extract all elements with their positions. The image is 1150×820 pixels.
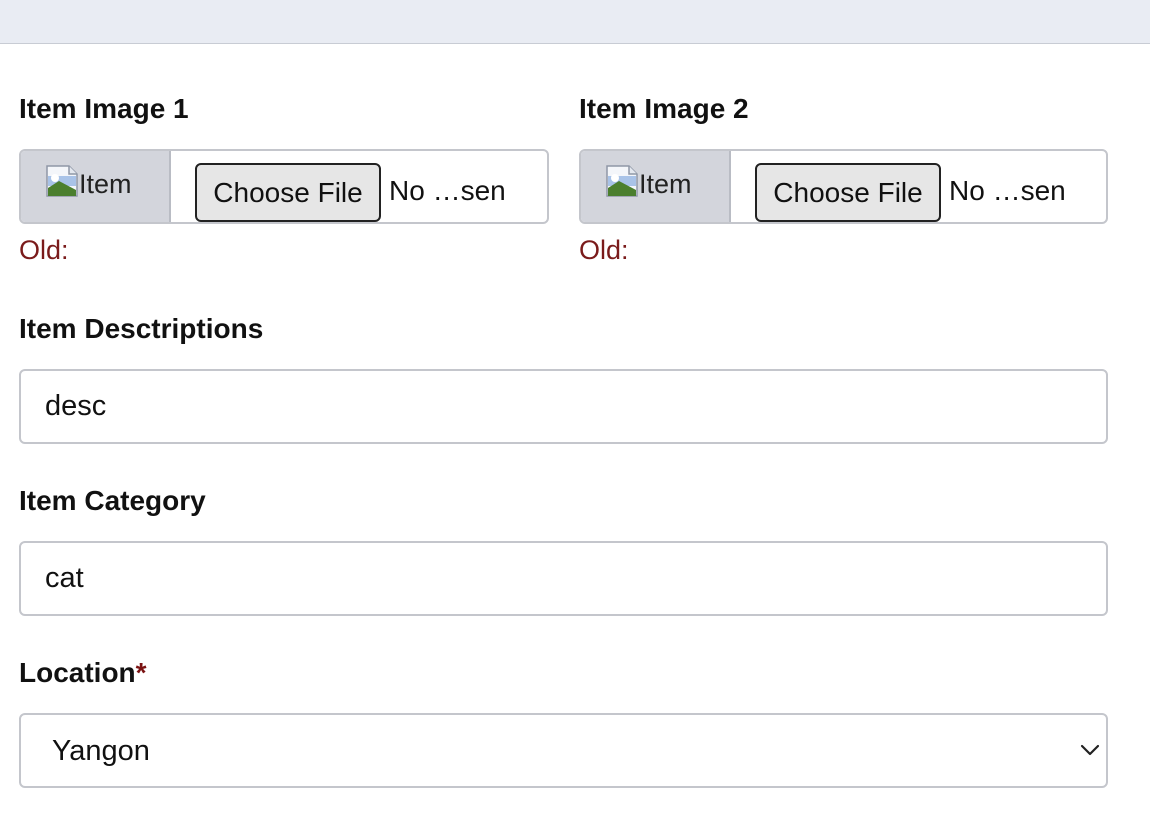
item-image-1-old-label: Old: <box>19 235 69 265</box>
item-category-input[interactable] <box>19 541 1108 616</box>
item-image-2-preview: Item <box>581 151 731 222</box>
broken-image-icon <box>46 165 78 197</box>
location-label: Location* <box>19 655 147 691</box>
item-category-label: Item Category <box>19 485 206 516</box>
item-image-2-file-status: No …sen <box>949 175 1066 206</box>
required-asterisk: * <box>135 657 147 688</box>
item-image-1-group: Item Choose File No …sen <box>19 149 549 224</box>
item-image-1-choose-file-button[interactable]: Choose File <box>195 163 381 222</box>
broken-image-icon <box>606 165 638 197</box>
item-image-2-choose-file-button[interactable]: Choose File <box>755 163 941 222</box>
location-label-text: Location <box>19 657 136 688</box>
item-image-2-group: Item Choose File No …sen <box>579 149 1108 224</box>
item-image-1-preview: Item <box>21 151 171 222</box>
item-image-1-file-status: No …sen <box>389 175 506 206</box>
item-image-2-file-input[interactable]: Choose File No …sen <box>731 151 1106 222</box>
item-image-2-old-label: Old: <box>579 235 629 265</box>
chevron-down-icon <box>1080 744 1100 756</box>
item-image-1-file-input[interactable]: Choose File No …sen <box>171 151 547 222</box>
item-descriptions-label: Item Desctriptions <box>19 313 264 344</box>
item-descriptions-input[interactable] <box>19 369 1108 444</box>
item-image-2-alt-text: Item <box>639 169 692 199</box>
item-image-2-label: Item Image 2 <box>579 93 749 124</box>
location-selected-value: Yangon <box>52 735 150 767</box>
location-select[interactable]: Yangon <box>19 713 1108 788</box>
top-bar <box>0 0 1150 44</box>
item-image-1-label: Item Image 1 <box>19 93 189 124</box>
item-image-1-alt-text: Item <box>79 169 132 199</box>
